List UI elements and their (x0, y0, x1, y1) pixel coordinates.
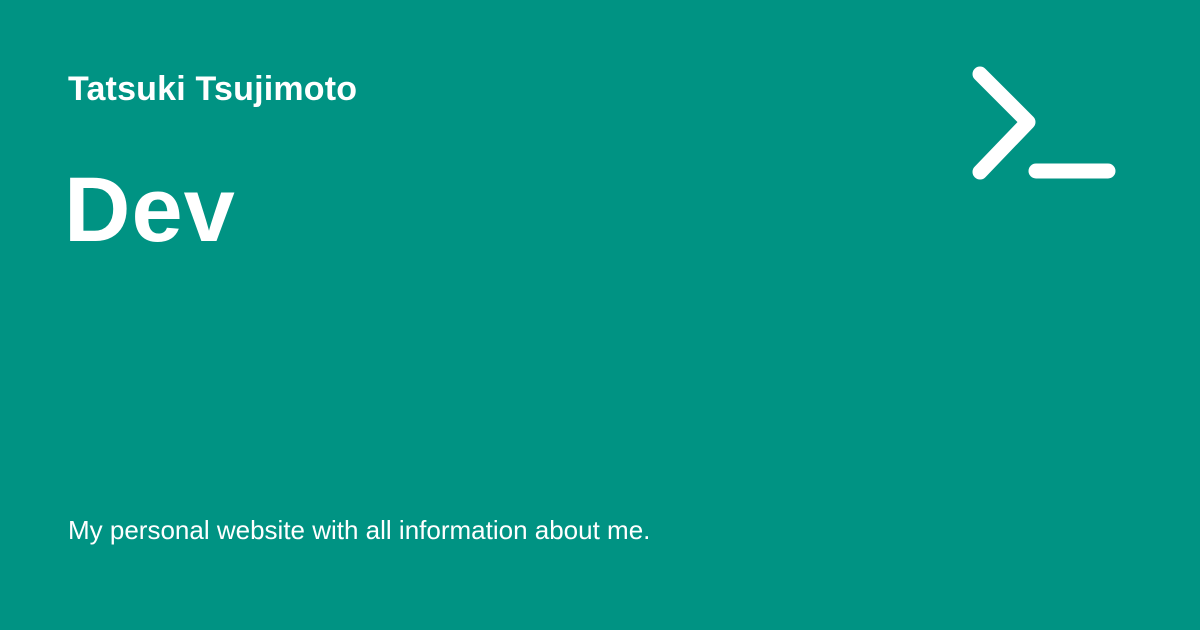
author-name: Tatsuki Tsujimoto (68, 70, 358, 108)
terminal-prompt-icon (972, 66, 1116, 180)
site-description: My personal website with all information… (68, 515, 651, 545)
page-title: Dev (64, 159, 236, 261)
